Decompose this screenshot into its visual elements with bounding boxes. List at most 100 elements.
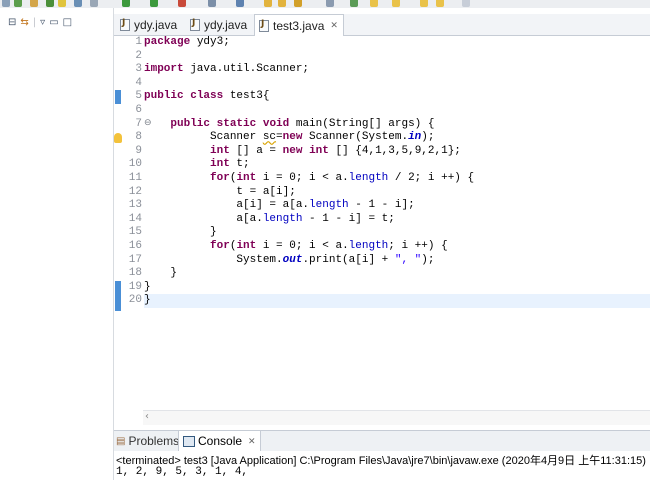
code-line-14: a[a.length - 1 - i] = t;	[144, 213, 650, 227]
code-token: );	[421, 131, 435, 144]
code-line-19: }	[144, 281, 650, 295]
code-line-3: import java.util.Scanner;	[144, 63, 650, 77]
code-token: length	[348, 240, 389, 252]
line-number: 13	[128, 199, 142, 212]
folder-icon[interactable]	[278, 0, 286, 7]
code-line-18: }	[144, 267, 650, 281]
code-editor[interactable]: 1 2 3 4 5 6 7 ⊖ 8 9 10 11 12 13 14 15 16…	[114, 36, 650, 412]
code-line-17: System.out.print(a[i] + ", ");	[144, 254, 650, 268]
toolbar-icon[interactable]	[294, 0, 302, 7]
code-token: length	[309, 199, 349, 212]
code-token: int	[309, 144, 329, 157]
console-icon	[183, 435, 195, 447]
code-token: System.	[236, 253, 283, 266]
code-token: for	[210, 172, 230, 184]
link-editor-icon[interactable]: ⇆	[20, 18, 28, 28]
tab-ydy-java-2[interactable]: ydy.java	[186, 14, 252, 35]
toolbar-icon[interactable]	[370, 0, 378, 7]
code-token: public	[144, 90, 184, 103]
collapse-all-icon[interactable]: ⊟	[8, 18, 16, 28]
code-token: package	[144, 36, 191, 48]
toolbar-icon[interactable]	[58, 0, 66, 7]
line-number: 4	[135, 76, 142, 89]
toolbar-icon[interactable]	[420, 0, 428, 7]
run-icon[interactable]	[122, 0, 130, 7]
toolbar-icon[interactable]	[90, 0, 98, 7]
code-token: Scanner(System.	[302, 131, 409, 144]
line-number: 17	[128, 253, 142, 266]
code-token: [] a =	[229, 144, 283, 157]
code-token: i = 0; i < a.	[256, 240, 349, 252]
code-token: }	[210, 226, 217, 239]
toolbar-icon[interactable]	[436, 0, 444, 7]
code-token: ; i ++) {	[388, 240, 448, 252]
code-token: new	[282, 144, 303, 157]
folder-icon[interactable]	[264, 0, 272, 7]
warning-lightbulb-icon[interactable]	[114, 133, 122, 143]
close-icon[interactable]: ✕	[330, 20, 338, 31]
toolbar-icon[interactable]	[326, 0, 334, 7]
view-menu-icon[interactable]: ▿	[40, 18, 45, 28]
code-token: test3{	[223, 90, 270, 103]
toolbar-icon[interactable]	[2, 0, 10, 7]
toolbar-icon[interactable]	[46, 0, 54, 7]
horizontal-scrollbar[interactable]: ‹	[143, 410, 650, 425]
problems-icon: ▤	[116, 435, 126, 447]
toolbar-icon[interactable]	[14, 0, 22, 7]
toolbar-icon[interactable]	[208, 0, 216, 7]
code-token: / 2; i ++) {	[388, 172, 475, 184]
tab-label: ydy.java	[134, 17, 178, 32]
line-number: 7	[135, 117, 142, 130]
tab-test3-java[interactable]: test3.java ✕	[254, 14, 344, 36]
scroll-left-icon[interactable]: ‹	[145, 411, 149, 422]
code-token: int	[236, 240, 257, 252]
console-view[interactable]: <terminated> test3 [Java Application] C:…	[114, 451, 650, 480]
change-marker	[115, 90, 121, 104]
toolbar-icon[interactable]	[392, 0, 400, 7]
toolbar-icon[interactable]	[30, 0, 38, 7]
code-token: int	[236, 172, 257, 184]
code-line-9: int [] a = new int [] {4,1,3,5,9,2,1};	[144, 145, 650, 159]
toolbar-icon[interactable]	[236, 0, 244, 7]
toolbar-icon[interactable]	[462, 0, 470, 7]
line-number: 16	[128, 240, 142, 252]
code-token: .print(a[i] +	[302, 253, 395, 266]
toolbar-icon[interactable]	[74, 0, 82, 7]
code-token: int	[210, 158, 230, 171]
code-line-13: a[i] = a[a.length - 1 - i];	[144, 199, 650, 213]
change-marker	[115, 281, 121, 311]
tab-console[interactable]: Console ✕	[178, 430, 261, 451]
tab-label: ydy.java	[204, 17, 248, 32]
java-file-icon	[190, 18, 200, 31]
code-token: import	[144, 63, 184, 76]
toolbar-icon[interactable]	[350, 0, 358, 7]
code-line-7: public static void main(String[] args) {	[144, 118, 650, 132]
code-token: Scanner	[210, 131, 263, 144]
code-token: new	[282, 131, 303, 144]
line-number: 9	[135, 144, 142, 157]
code-line-16: for(int i = 0; i < a.length; i ++) {	[144, 240, 650, 254]
code-token: a[i] = a[a.	[236, 199, 310, 212]
package-explorer-panel: ⊟ ⇆ | ▿ ▭ □	[0, 8, 114, 480]
code-line-12: t = a[i];	[144, 186, 650, 200]
code-line-20: }	[144, 294, 650, 308]
line-number: 18	[128, 267, 142, 280]
code-token: length	[348, 172, 389, 184]
code-token: t = a[i];	[236, 185, 296, 198]
maximize-icon[interactable]: □	[63, 18, 72, 28]
close-icon[interactable]: ✕	[248, 436, 256, 447]
code-line-11: for(int i = 0; i < a.length / 2; i ++) {	[144, 172, 650, 186]
tab-ydy-java-1[interactable]: ydy.java	[116, 14, 190, 35]
minimize-icon[interactable]: ▭	[49, 18, 58, 28]
code-token: }	[144, 280, 151, 293]
code-token: java.util.Scanner;	[183, 63, 310, 76]
code-token: i = 0; i < a.	[256, 172, 349, 184]
tab-problems[interactable]: ▤ Problems	[116, 431, 179, 451]
code-token: static	[216, 117, 257, 130]
debug-icon[interactable]	[178, 0, 186, 7]
code-token: }	[144, 294, 151, 307]
code-token: a[a.	[236, 212, 263, 225]
run-icon[interactable]	[150, 0, 158, 7]
code-line-10: int t;	[144, 158, 650, 172]
code-line-8: Scanner sc=new Scanner(System.in);	[144, 131, 650, 145]
